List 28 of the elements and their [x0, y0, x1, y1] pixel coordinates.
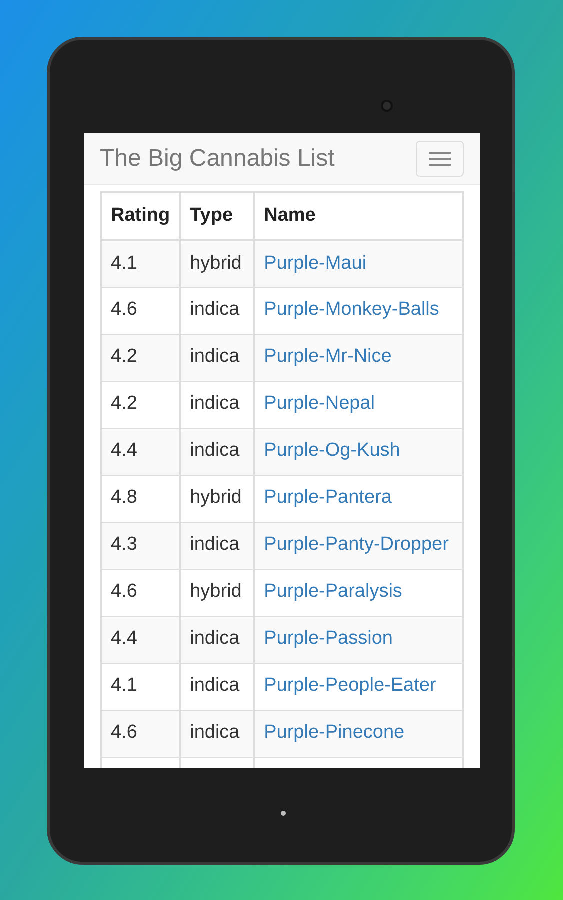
type-cell: hybrid: [190, 487, 242, 508]
menu-button[interactable]: [416, 140, 464, 176]
column-header: Rating: [101, 192, 180, 240]
rating-cell: 4.6: [111, 722, 138, 744]
type-cell: indica: [190, 299, 240, 320]
rating-cell: 4.8: [111, 487, 138, 508]
type-cell: indica: [190, 675, 240, 696]
type-cell: indica: [190, 628, 240, 650]
type-cell: indica: [190, 393, 240, 414]
rating-cell: 4.4: [111, 440, 138, 462]
rating-cell: 4.1: [111, 675, 138, 696]
type-cell: hybrid: [190, 581, 242, 602]
rating-cell: 4.4: [111, 628, 138, 650]
column-header: Name: [254, 192, 463, 240]
menu-icon: [429, 152, 451, 166]
rating-cell: 4.2: [111, 346, 138, 368]
type-cell: indica: [190, 346, 240, 368]
camera-icon: [381, 100, 393, 112]
app-title: The Big Cannabis List: [100, 144, 335, 174]
type-cell: indica: [190, 440, 240, 462]
rating-cell: 4.3: [111, 534, 138, 556]
rating-cell: 4.6: [111, 581, 138, 602]
type-cell: hybrid: [190, 252, 242, 274]
rating-cell: 4.2: [111, 393, 138, 414]
type-cell: indica: [190, 722, 240, 744]
rating-cell: 4.6: [111, 299, 138, 320]
type-cell: indica: [190, 534, 240, 556]
rating-cell: 4.1: [111, 252, 138, 274]
